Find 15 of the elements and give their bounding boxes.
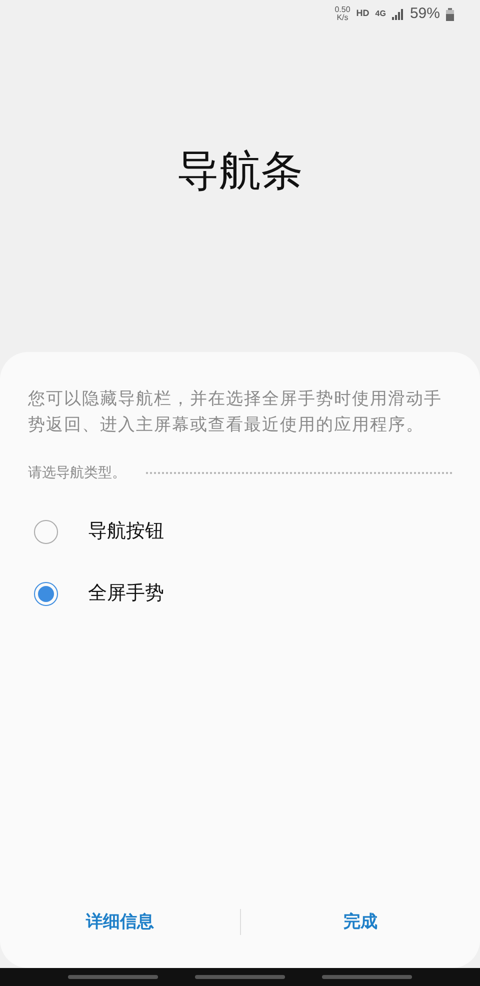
page-title: 导航条 bbox=[177, 150, 303, 192]
radio-button[interactable] bbox=[34, 520, 58, 544]
section-label: 请选导航类型。 bbox=[28, 463, 126, 482]
description: 您可以隐藏导航栏，并在选择全屏手势时使用滑动手势返回、进入主屏幕或查看最近使用的应用程序。 bbox=[28, 388, 443, 436]
radio-button[interactable] bbox=[34, 582, 58, 606]
network-type: 4G bbox=[375, 10, 386, 18]
radio-option[interactable]: 导航按钮 bbox=[28, 501, 452, 563]
battery-percent: 59% bbox=[410, 4, 440, 24]
hd-indicator: HD bbox=[356, 7, 370, 20]
signal-icon bbox=[392, 8, 404, 20]
network-speed: 0.50 K/s bbox=[334, 6, 350, 22]
radio-option[interactable]: 全屏手势 bbox=[28, 563, 452, 625]
footer-button[interactable]: 详细信息 bbox=[82, 909, 158, 935]
footer-button[interactable]: 完成 bbox=[339, 909, 382, 935]
battery-icon bbox=[446, 8, 454, 20]
